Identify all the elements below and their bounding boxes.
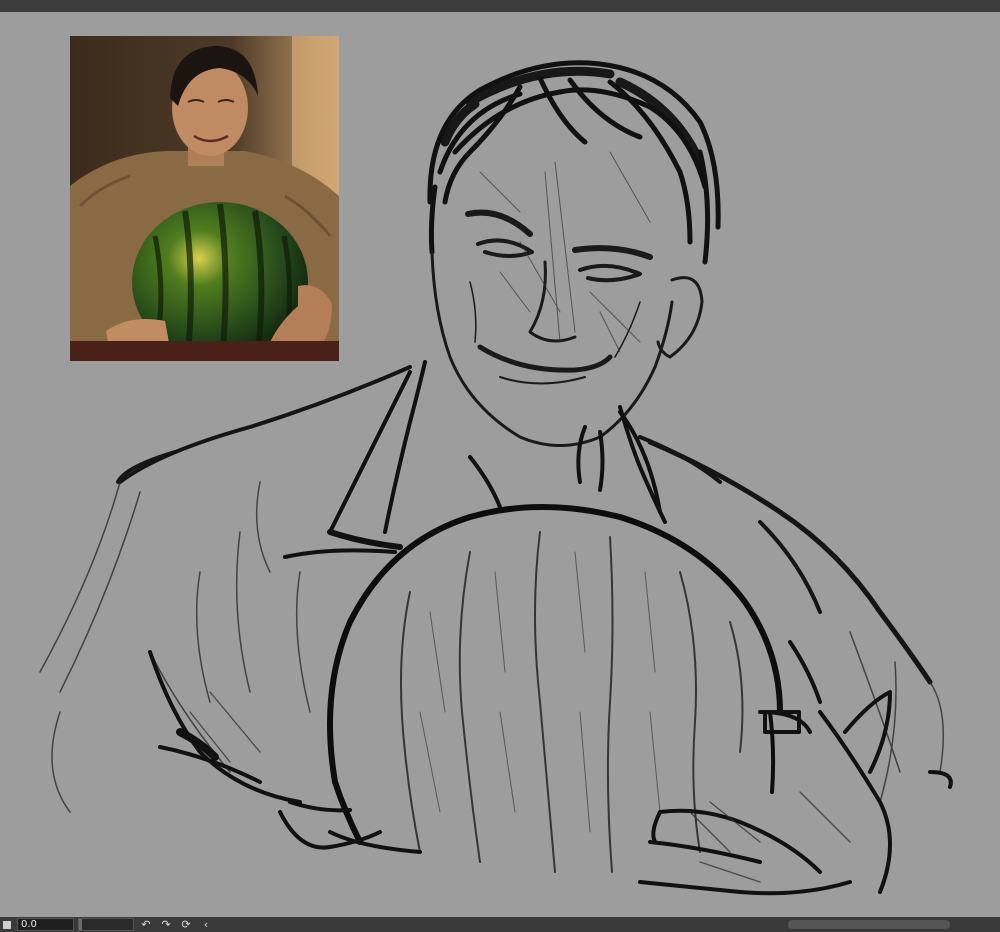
face-strokes	[430, 209, 704, 447]
collar-strokes	[283, 360, 667, 559]
zoom-slider-fill	[79, 919, 82, 930]
watermelon-stripes	[400, 531, 744, 873]
right-hand-strokes	[638, 640, 953, 896]
collapse-arrow-icon[interactable]: ‹	[198, 918, 214, 931]
reset-rotation-icon[interactable]: ⟳	[178, 918, 194, 931]
drawing-canvas[interactable]	[0, 12, 1000, 917]
sketch-layer	[39, 60, 953, 896]
rotate-left-icon[interactable]: ↶	[138, 918, 154, 931]
navigator-square-icon[interactable]	[3, 920, 11, 929]
watermelon-outline	[327, 504, 783, 845]
rotate-right-icon[interactable]: ↷	[158, 918, 174, 931]
zoom-input[interactable]: 0.0	[17, 918, 74, 931]
left-hand-strokes	[148, 650, 422, 854]
zoom-slider[interactable]	[78, 918, 134, 931]
status-bar: 0.0 ↶ ↷ ⟳ ‹	[0, 917, 1000, 932]
hair-strokes	[427, 60, 721, 265]
title-bar	[0, 0, 1000, 12]
horizontal-scrollbar[interactable]	[788, 920, 950, 929]
